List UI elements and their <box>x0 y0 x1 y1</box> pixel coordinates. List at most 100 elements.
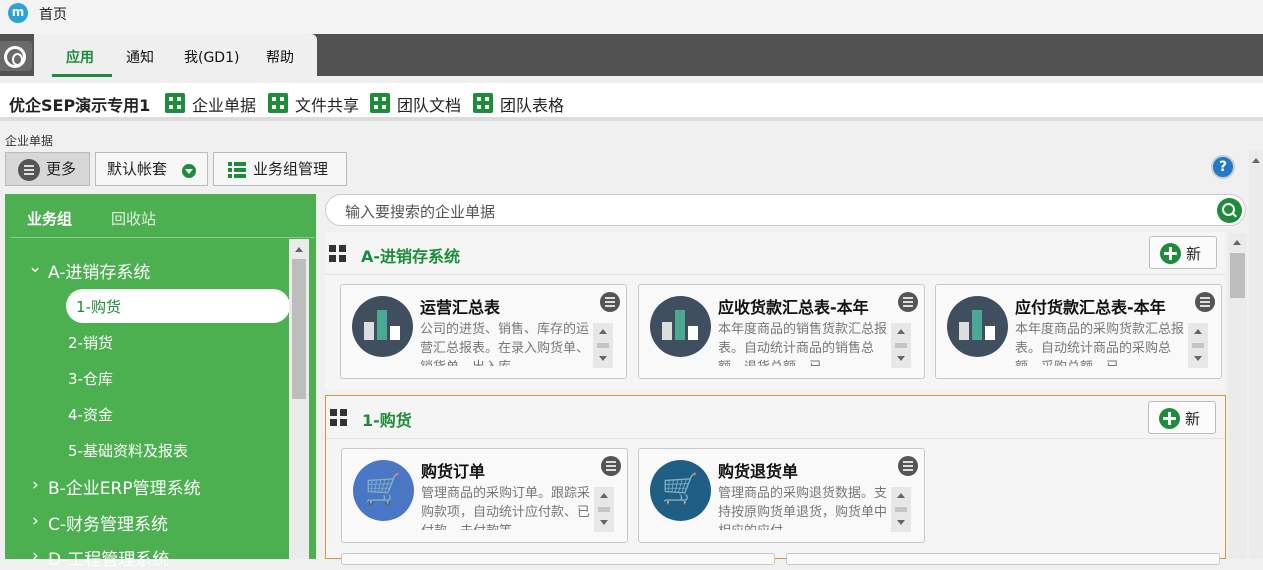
link-file-share[interactable]: 文件共享 <box>295 92 359 116</box>
doc-card-partial[interactable] <box>341 553 775 565</box>
scroll-thumb[interactable] <box>1230 253 1245 298</box>
new-button[interactable]: 新 <box>1149 236 1217 269</box>
menu-icon[interactable] <box>1195 292 1215 312</box>
card-description: 公司的进货、销售、库存的运营汇总报表。在录入购货单、销货单、出入库 <box>420 322 590 366</box>
tree-expand-icon[interactable]: ⌄ <box>28 257 42 277</box>
search-box[interactable]: 输入要搜索的企业单据 <box>325 194 1246 226</box>
group-title: A-进销存系统 <box>361 247 461 266</box>
tab-help[interactable]: 帮助 <box>266 47 294 67</box>
group-title: 1-购货 <box>362 411 412 430</box>
scroll-up-icon[interactable] <box>295 247 303 252</box>
home-logo-icon <box>4 46 26 68</box>
grid-icon <box>329 245 347 263</box>
card-scrollbar[interactable] <box>891 323 911 368</box>
group-section: 1-购货 新 🛒 购货订单 管理商品的采购订单。跟踪采购款项，自动统计应付款、已… <box>325 395 1226 559</box>
sidebar-tab-recycle[interactable]: 回收站 <box>111 208 156 229</box>
chevron-down-icon <box>182 164 196 178</box>
card-scrollbar[interactable] <box>891 487 911 532</box>
content-scrollbar[interactable] <box>1228 233 1247 559</box>
group-section: A-进销存系统 新 运营汇总表 公司的进货、销售、库存的运营汇总报表。在录入购货… <box>325 232 1225 390</box>
tab-apps[interactable]: 应用 <box>66 47 94 67</box>
doc-card[interactable]: 运营汇总表 公司的进货、销售、库存的运营汇总报表。在录入购货单、销货单、出入库 <box>340 284 627 379</box>
tab-notifications[interactable]: 通知 <box>126 47 154 67</box>
menu-icon[interactable] <box>600 292 620 312</box>
plus-icon <box>1160 243 1181 264</box>
menu-icon[interactable] <box>898 456 918 476</box>
grid-icon <box>165 93 185 113</box>
card-title: 购货订单 <box>421 462 486 481</box>
account-select[interactable]: 默认帐套 <box>95 152 208 186</box>
tree-collapse-icon[interactable]: › <box>32 475 39 495</box>
main-tab-bar: 应用 通知 我(GD1) 帮助 <box>0 34 1263 77</box>
page-scrollbar[interactable] <box>1249 150 1263 559</box>
scroll-up-icon[interactable] <box>1252 158 1260 163</box>
menu-icon[interactable] <box>601 456 621 476</box>
group-manage-button[interactable]: 业务组管理 <box>213 152 347 186</box>
more-button[interactable]: 更多 <box>5 152 90 186</box>
tree-collapse-icon[interactable]: › <box>32 546 39 566</box>
divider <box>10 237 315 238</box>
home-logo-button[interactable] <box>0 41 32 71</box>
scroll-up-icon[interactable] <box>1233 240 1241 245</box>
search-icon[interactable] <box>1217 198 1242 223</box>
tree-collapse-icon[interactable]: › <box>32 511 39 531</box>
tree-item-warehouse[interactable]: 3-仓库 <box>68 368 113 389</box>
group-manage-label: 业务组管理 <box>253 160 329 178</box>
tree-item-sales[interactable]: 2-销货 <box>68 332 113 353</box>
tree-item-reports[interactable]: 5-基础资料及报表 <box>68 440 188 461</box>
link-team-docs[interactable]: 团队文档 <box>397 92 461 116</box>
section-label: 企业单据 <box>5 134 54 148</box>
doc-card[interactable]: 🛒 购货订单 管理商品的采购订单。跟踪采购款项，自动统计应付款、已付款、未付款等 <box>341 448 628 543</box>
card-description: 管理商品的采购订单。跟踪采购款项，自动统计应付款、已付款、未付款等 <box>421 486 591 530</box>
group-header: A-进销存系统 新 <box>325 232 1225 275</box>
sidebar-scrollbar[interactable] <box>289 239 309 559</box>
grid-icon <box>330 409 348 427</box>
list-icon <box>228 162 246 178</box>
card-title: 运营汇总表 <box>420 298 501 317</box>
bar-chart-icon <box>947 296 1008 357</box>
doc-card[interactable]: 🛒 购货退货单 管理商品的采购退货数据。支持按原购货单退货，购货单中相应的应付 <box>638 448 925 543</box>
card-scrollbar[interactable] <box>1188 323 1208 368</box>
menu-icon[interactable] <box>898 292 918 312</box>
cart-return-icon: 🛒 <box>650 460 711 521</box>
new-label: 新 <box>1185 410 1201 428</box>
quick-link-bar: 优企SEP演示专用1 企业单据 文件共享 团队文档 团队表格 <box>0 83 1263 121</box>
link-team-sheets[interactable]: 团队表格 <box>500 92 564 116</box>
doc-card[interactable]: 应收货款汇总表-本年 本年度商品的销售货款汇总报表。自动统计商品的销售总额、退货… <box>638 284 925 379</box>
tab-me[interactable]: 我(GD1) <box>184 47 239 67</box>
plus-icon <box>1159 408 1180 429</box>
card-scrollbar[interactable] <box>593 323 613 368</box>
sidebar: 业务组 回收站 ⌄ A-进销存系统 1-购货 2-销货 3-仓库 4-资金 5-… <box>5 194 316 570</box>
more-label: 更多 <box>46 160 77 178</box>
tree-item-c[interactable]: C-财务管理系统 <box>48 510 168 535</box>
company-name: 优企SEP演示专用1 <box>9 96 151 115</box>
help-icon[interactable]: ? <box>1211 155 1235 179</box>
doc-card[interactable]: 应付货款汇总表-本年 本年度商品的采购货款汇总报表。自动统计商品的采购总额、采购… <box>935 284 1222 379</box>
tree-item-b[interactable]: B-企业ERP管理系统 <box>48 474 201 499</box>
active-tab-indicator <box>52 74 112 77</box>
card-title: 应收货款汇总表-本年 <box>718 298 869 317</box>
sidebar-tab-groups[interactable]: 业务组 <box>27 208 72 229</box>
card-title: 应付货款汇总表-本年 <box>1015 298 1166 317</box>
card-scrollbar[interactable] <box>594 487 614 532</box>
cart-add-icon: 🛒 <box>353 460 414 521</box>
tree-item-funds[interactable]: 4-资金 <box>68 404 113 425</box>
doc-card-partial[interactable] <box>786 553 1220 565</box>
bar-chart-icon <box>650 296 711 357</box>
group-header: 1-购货 新 <box>326 396 1225 439</box>
card-description: 本年度商品的采购货款汇总报表。自动统计商品的采购总额、采购总额、已 <box>1015 322 1185 366</box>
account-label: 默认帐套 <box>107 160 168 178</box>
tree-item-d[interactable]: D-工程管理系统 <box>48 545 169 570</box>
title-bar: m 首页 <box>0 0 1263 34</box>
new-label: 新 <box>1186 245 1202 263</box>
card-description: 管理商品的采购退货数据。支持按原购货单退货，购货单中相应的应付 <box>718 486 888 530</box>
new-button[interactable]: 新 <box>1148 401 1216 434</box>
scroll-thumb[interactable] <box>292 259 306 399</box>
search-input[interactable]: 输入要搜索的企业单据 <box>345 201 495 222</box>
tree-item-a[interactable]: A-进销存系统 <box>48 258 150 283</box>
card-title: 购货退货单 <box>718 462 799 481</box>
link-enterprise-docs[interactable]: 企业单据 <box>192 92 256 116</box>
grid-icon <box>370 93 390 113</box>
tree-item-purchase[interactable]: 1-购货 <box>66 289 290 323</box>
grid-icon <box>473 93 493 113</box>
